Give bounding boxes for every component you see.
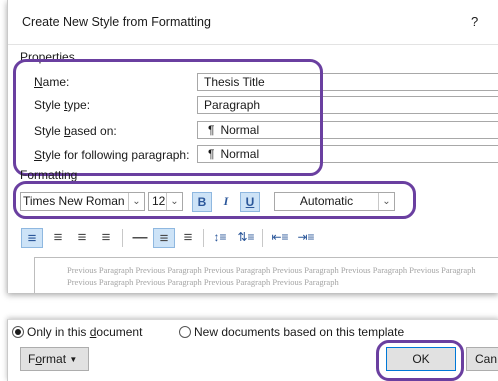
chevron-down-icon: ⌄ [378,193,394,210]
single-spacing-icon[interactable]: — [129,228,151,248]
decrease-indent-icon[interactable]: ⇤≡ [269,228,291,248]
paragraph-icon: ¶ [208,147,215,161]
name-label: Name: [34,75,70,89]
font-name-dropdown[interactable]: Times New Roman ⌄ [20,192,145,211]
properties-heading: Properties [20,50,75,64]
ok-button[interactable]: OK [386,347,456,371]
dialog-bottom-panel: Only in this document New documents base… [7,319,498,381]
font-color-dropdown[interactable]: Automatic ⌄ [274,192,395,211]
increase-indent-icon[interactable]: ⇥≡ [295,228,317,248]
format-button[interactable]: Format ▼ [20,347,89,371]
increase-spacing-before-icon[interactable]: ↕≡ [209,228,231,248]
chevron-down-icon: ⌄ [128,193,144,210]
following-paragraph-label: Style for following paragraph: [34,148,190,162]
help-button[interactable]: ? [471,14,478,29]
radio-this-document[interactable] [12,326,24,338]
style-type-field[interactable]: Paragraph [197,96,498,114]
toolbar-divider [262,229,263,247]
align-right-icon[interactable]: ≡ [71,228,93,248]
style-type-label: Style type: [34,98,91,112]
following-paragraph-field[interactable]: ¶ Normal [197,145,498,163]
dialog-title: Create New Style from Formatting [22,15,211,29]
align-center-icon[interactable]: ≡ [47,228,69,248]
radio-new-documents-label: New documents based on this template [194,325,405,339]
underline-button[interactable]: U [240,192,260,212]
justify-icon[interactable]: ≡ [95,228,117,248]
align-left-icon[interactable]: ≡ [21,228,43,248]
toolbar-divider [203,229,204,247]
caret-down-icon: ▼ [69,355,78,364]
radio-new-documents[interactable] [179,326,191,338]
chevron-down-icon: ⌄ [166,193,182,210]
radio-this-document-label: Only in this document [27,325,143,339]
formatting-heading: Formatting [20,168,78,182]
toolbar-divider [122,229,123,247]
style-preview: Previous Paragraph Previous Paragraph Pr… [34,257,498,293]
paragraph-icon: ¶ [208,123,215,137]
bold-button[interactable]: B [192,192,212,212]
italic-button[interactable]: I [216,192,236,212]
title-divider [8,44,498,45]
style-based-on-label: Style based on: [34,124,117,138]
font-size-dropdown[interactable]: 12 ⌄ [148,192,183,211]
decrease-spacing-before-icon[interactable]: ⇅≡ [235,228,257,248]
style-based-on-field[interactable]: ¶ Normal [197,121,498,139]
dialog-top-panel: Create New Style from Formatting ? Prope… [7,0,498,293]
double-spacing-icon[interactable]: ≡ [177,228,199,248]
name-field[interactable]: Thesis Title [197,73,498,91]
cancel-button[interactable]: Can [466,347,498,371]
one-half-spacing-icon[interactable]: ≡ [153,228,175,248]
